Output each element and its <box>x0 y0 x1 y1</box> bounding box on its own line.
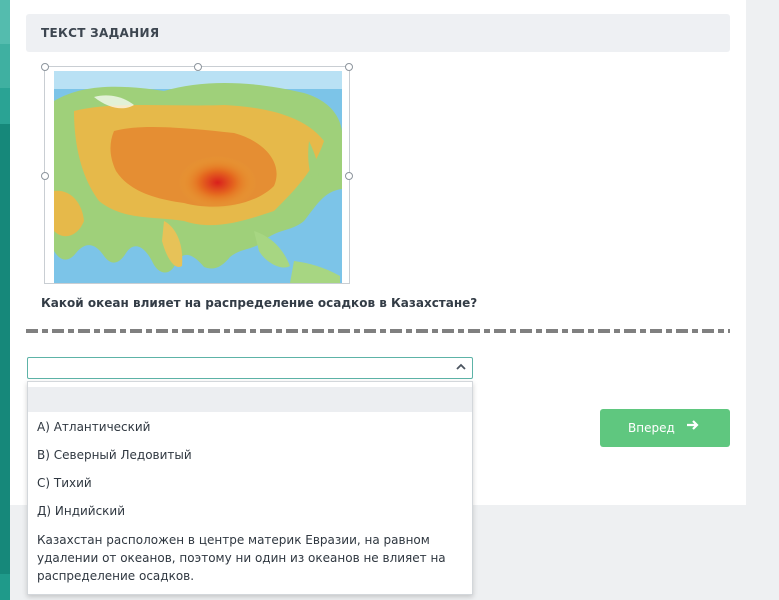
task-card: ТЕКСТ ЗАДАНИЯ Какой океан влияет на расп… <box>10 0 746 595</box>
map-image-frame[interactable] <box>41 63 353 284</box>
left-stripe-segment <box>0 88 10 124</box>
answer-select[interactable] <box>27 357 473 379</box>
next-button[interactable]: Вперед <box>600 409 730 447</box>
dropdown-option-a[interactable]: А) Атлантический <box>28 418 472 436</box>
resize-handle[interactable] <box>345 172 353 180</box>
resize-handle[interactable] <box>41 63 49 71</box>
arrow-right-icon <box>686 418 700 436</box>
left-accent-stripe <box>0 0 10 600</box>
asia-physical-map-image <box>54 71 342 283</box>
question-text: Какой океан влияет на распределение осад… <box>41 296 478 310</box>
dropdown-option-d[interactable]: Д) Индийский <box>28 502 472 520</box>
section-title: ТЕКСТ ЗАДАНИЯ <box>41 26 160 40</box>
chevron-up-icon[interactable] <box>454 360 468 374</box>
left-stripe-segment <box>0 0 10 44</box>
dropdown-option-e[interactable]: Казахстан расположен в центре материк Ев… <box>28 531 458 585</box>
resize-handle[interactable] <box>345 63 353 71</box>
dropdown-option-b[interactable]: В) Северный Ледовитый <box>28 446 472 464</box>
section-header: ТЕКСТ ЗАДАНИЯ <box>26 14 730 52</box>
left-stripe-segment <box>0 44 10 88</box>
dropdown-option-c[interactable]: С) Тихий <box>28 474 472 492</box>
resize-handle[interactable] <box>41 172 49 180</box>
dashed-divider <box>26 329 730 333</box>
next-button-label: Вперед <box>628 421 675 435</box>
dropdown-option-empty[interactable] <box>28 387 472 412</box>
answer-dropdown-list: А) Атлантический В) Северный Ледовитый С… <box>27 381 473 595</box>
resize-handle[interactable] <box>194 63 202 71</box>
left-stripe-segment <box>0 124 10 574</box>
